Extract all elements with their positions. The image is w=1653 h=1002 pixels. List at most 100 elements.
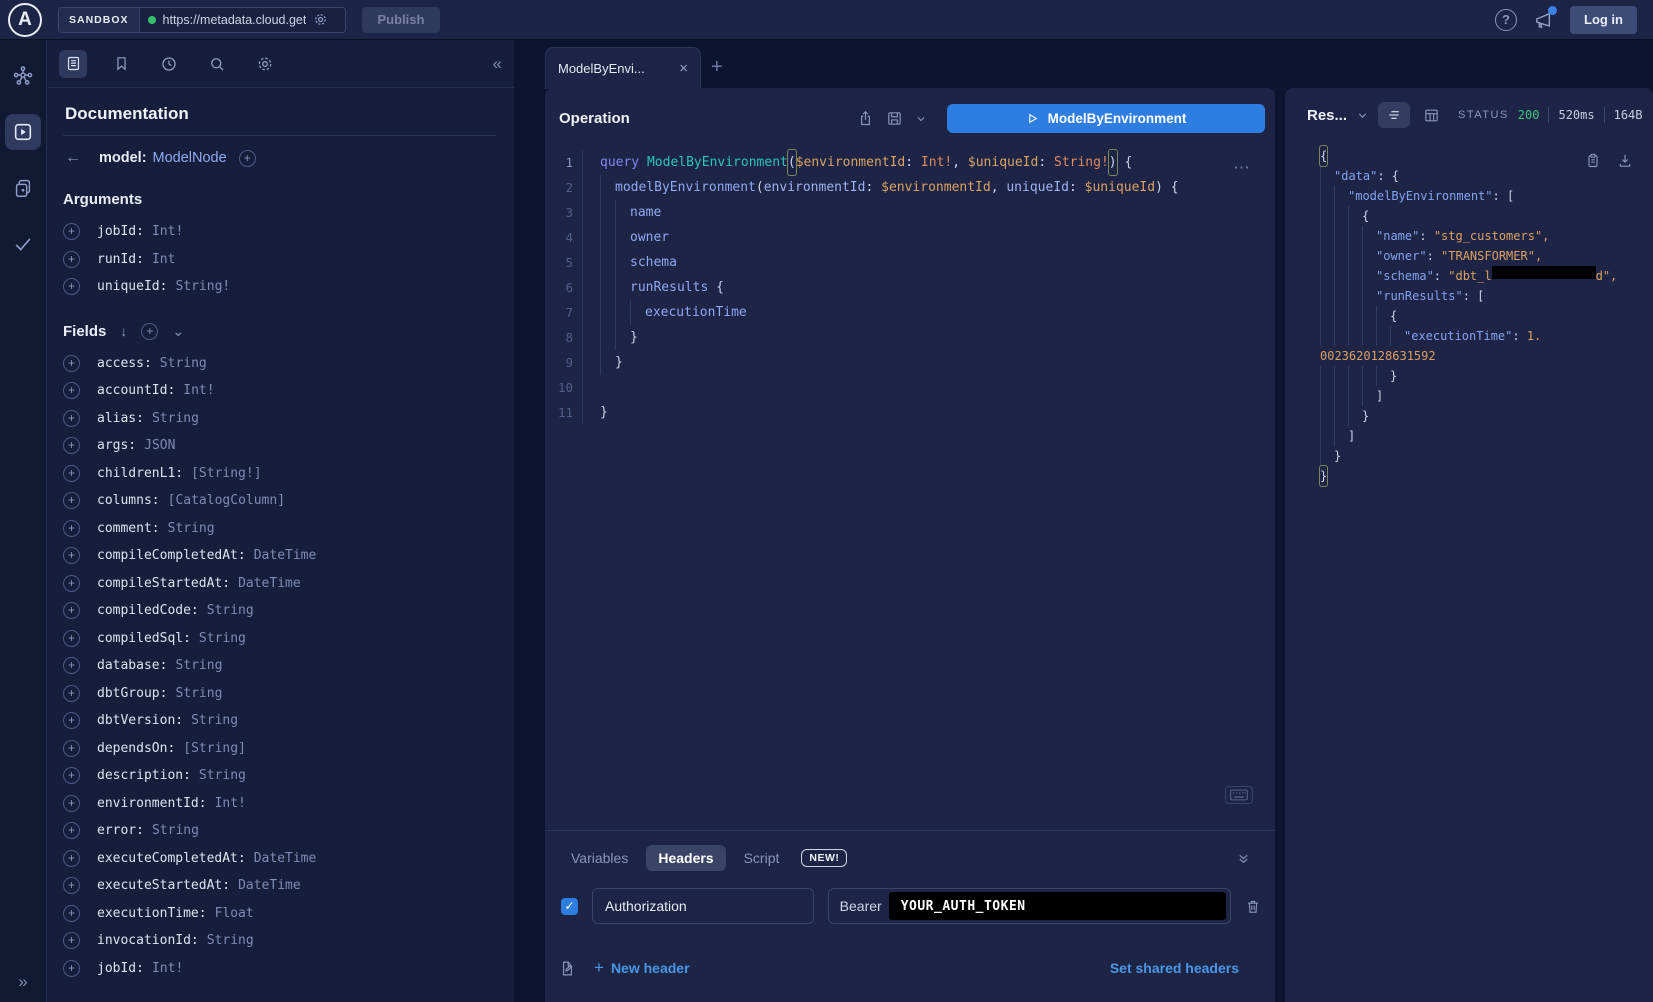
field-name[interactable]: compiledSql: xyxy=(97,631,191,646)
add-field-icon[interactable]: + xyxy=(63,657,80,674)
field-row[interactable]: +comment:String xyxy=(63,515,496,543)
endpoint-input[interactable]: https://metadata.cloud.get xyxy=(140,8,345,32)
field-name[interactable]: columns: xyxy=(97,493,160,508)
query-editor[interactable]: 1query ModelByEnvironment($environmentId… xyxy=(545,141,1275,434)
field-type[interactable]: String xyxy=(168,521,215,536)
argument-row[interactable]: + runId: Int xyxy=(63,246,496,274)
explorer-nav-icon[interactable] xyxy=(5,114,41,150)
history-icon[interactable] xyxy=(155,50,183,78)
save-operation-icon[interactable] xyxy=(886,110,903,127)
publish-button[interactable]: Publish xyxy=(362,7,441,33)
header-value-field[interactable]: Bearer YOUR_AUTH_TOKEN xyxy=(828,888,1231,924)
field-name[interactable]: dbtGroup: xyxy=(97,686,167,701)
field-row[interactable]: +access:String xyxy=(63,350,496,378)
field-row[interactable]: +dependsOn:[String] xyxy=(63,735,496,763)
field-type[interactable]: String xyxy=(207,603,254,618)
field-type[interactable]: Int! xyxy=(215,796,246,811)
schema-graph-icon[interactable] xyxy=(5,58,41,94)
add-field-icon[interactable]: + xyxy=(63,575,80,592)
set-shared-headers-link[interactable]: Set shared headers xyxy=(1110,960,1261,976)
add-type-icon[interactable]: + xyxy=(239,150,256,167)
run-operation-button[interactable]: ModelByEnvironment xyxy=(947,104,1265,133)
collapse-panel-icon[interactable] xyxy=(1236,851,1261,866)
tab-variables[interactable]: Variables xyxy=(559,845,640,871)
argument-row[interactable]: +jobId:Int! xyxy=(63,218,496,246)
operation-collections-icon[interactable] xyxy=(5,170,41,206)
field-name[interactable]: executeCompletedAt: xyxy=(97,851,246,866)
argument-name[interactable]: runId: xyxy=(97,252,144,267)
field-type[interactable]: Int! xyxy=(183,383,214,398)
add-field-icon[interactable]: + xyxy=(63,630,80,647)
field-row[interactable]: + jobId: Int! xyxy=(63,955,496,983)
add-argument-icon[interactable]: + xyxy=(63,278,80,295)
field-row[interactable]: +executionTime:Float xyxy=(63,900,496,928)
add-field-icon[interactable]: + xyxy=(63,905,80,922)
back-icon[interactable]: ← xyxy=(65,149,87,167)
field-row[interactable]: + compiledCode: String xyxy=(63,597,496,625)
delete-header-icon[interactable] xyxy=(1245,898,1261,915)
saved-operations-icon[interactable] xyxy=(107,50,135,78)
add-field-icon[interactable]: + xyxy=(63,437,80,454)
field-name[interactable]: jobId: xyxy=(97,961,144,976)
field-name[interactable]: executionTime: xyxy=(97,906,207,921)
checks-nav-icon[interactable] xyxy=(5,226,41,262)
field-type[interactable]: String xyxy=(152,411,199,426)
field-name[interactable]: description: xyxy=(97,768,191,783)
field-name[interactable]: compileCompletedAt: xyxy=(97,548,246,563)
add-field-icon[interactable]: + xyxy=(63,355,80,372)
field-name[interactable]: environmentId: xyxy=(97,796,207,811)
response-json-viewer[interactable]: {"data": {"modelByEnvironment": [{"name"… xyxy=(1285,146,1653,486)
field-type[interactable]: String xyxy=(160,356,207,371)
add-field-icon[interactable]: + xyxy=(63,685,80,702)
field-type[interactable]: DateTime xyxy=(254,548,317,563)
apollo-logo-icon[interactable]: A xyxy=(8,3,42,37)
field-row[interactable]: +columns:[CatalogColumn] xyxy=(63,487,496,515)
field-type[interactable]: String xyxy=(175,658,222,673)
field-row[interactable]: +executeCompletedAt:DateTime xyxy=(63,845,496,873)
field-type[interactable]: DateTime xyxy=(238,576,301,591)
endpoint-settings-icon[interactable] xyxy=(313,12,328,27)
new-header-button[interactable]: + New header xyxy=(594,958,690,978)
add-field-icon[interactable]: + xyxy=(63,960,80,977)
copy-response-icon[interactable] xyxy=(1585,152,1601,169)
field-name[interactable]: accountId: xyxy=(97,383,175,398)
explorer-settings-icon[interactable] xyxy=(251,50,279,78)
save-menu-chevron-icon[interactable] xyxy=(915,113,927,125)
field-name[interactable]: compileStartedAt: xyxy=(97,576,230,591)
field-row[interactable]: +args:JSON xyxy=(63,432,496,460)
field-name[interactable]: dependsOn: xyxy=(97,741,175,756)
share-operation-icon[interactable] xyxy=(857,110,874,127)
header-key-input[interactable] xyxy=(592,888,814,924)
search-icon[interactable] xyxy=(203,50,231,78)
add-field-icon[interactable]: + xyxy=(63,767,80,784)
field-name[interactable]: compiledCode: xyxy=(97,603,199,618)
field-row[interactable]: +dbtVersion:String xyxy=(63,707,496,735)
help-icon[interactable]: ? xyxy=(1495,9,1517,31)
field-name[interactable]: executeStartedAt: xyxy=(97,878,230,893)
field-type[interactable]: JSON xyxy=(144,438,175,453)
field-type[interactable]: String xyxy=(199,768,246,783)
auth-token-value[interactable]: YOUR_AUTH_TOKEN xyxy=(889,892,1226,920)
add-field-icon[interactable]: + xyxy=(63,547,80,564)
add-argument-icon[interactable]: + xyxy=(63,251,80,268)
add-field-icon[interactable]: + xyxy=(63,932,80,949)
field-type[interactable]: DateTime xyxy=(254,851,317,866)
add-field-icon[interactable]: + xyxy=(63,795,80,812)
field-row[interactable]: + compileStartedAt: DateTime xyxy=(63,570,496,598)
field-row[interactable]: +invocationId:String xyxy=(63,927,496,955)
fields-menu-chevron-icon[interactable]: ⌄ xyxy=(172,323,184,340)
add-field-icon[interactable]: + xyxy=(63,740,80,757)
argument-type[interactable]: Int! xyxy=(152,224,183,239)
field-row[interactable]: +childrenL1:[String!] xyxy=(63,460,496,488)
add-field-icon[interactable]: + xyxy=(63,602,80,619)
argument-type[interactable]: String! xyxy=(175,279,230,294)
add-field-icon[interactable]: + xyxy=(63,712,80,729)
field-type[interactable]: Int! xyxy=(152,961,183,976)
field-name[interactable]: alias: xyxy=(97,411,144,426)
argument-name[interactable]: jobId: xyxy=(97,224,144,239)
argument-type[interactable]: Int xyxy=(152,252,175,267)
expand-rail-icon[interactable]: » xyxy=(18,972,27,992)
field-type[interactable]: [String!] xyxy=(191,466,261,481)
add-field-icon[interactable]: + xyxy=(63,410,80,427)
add-field-icon[interactable]: + xyxy=(63,822,80,839)
